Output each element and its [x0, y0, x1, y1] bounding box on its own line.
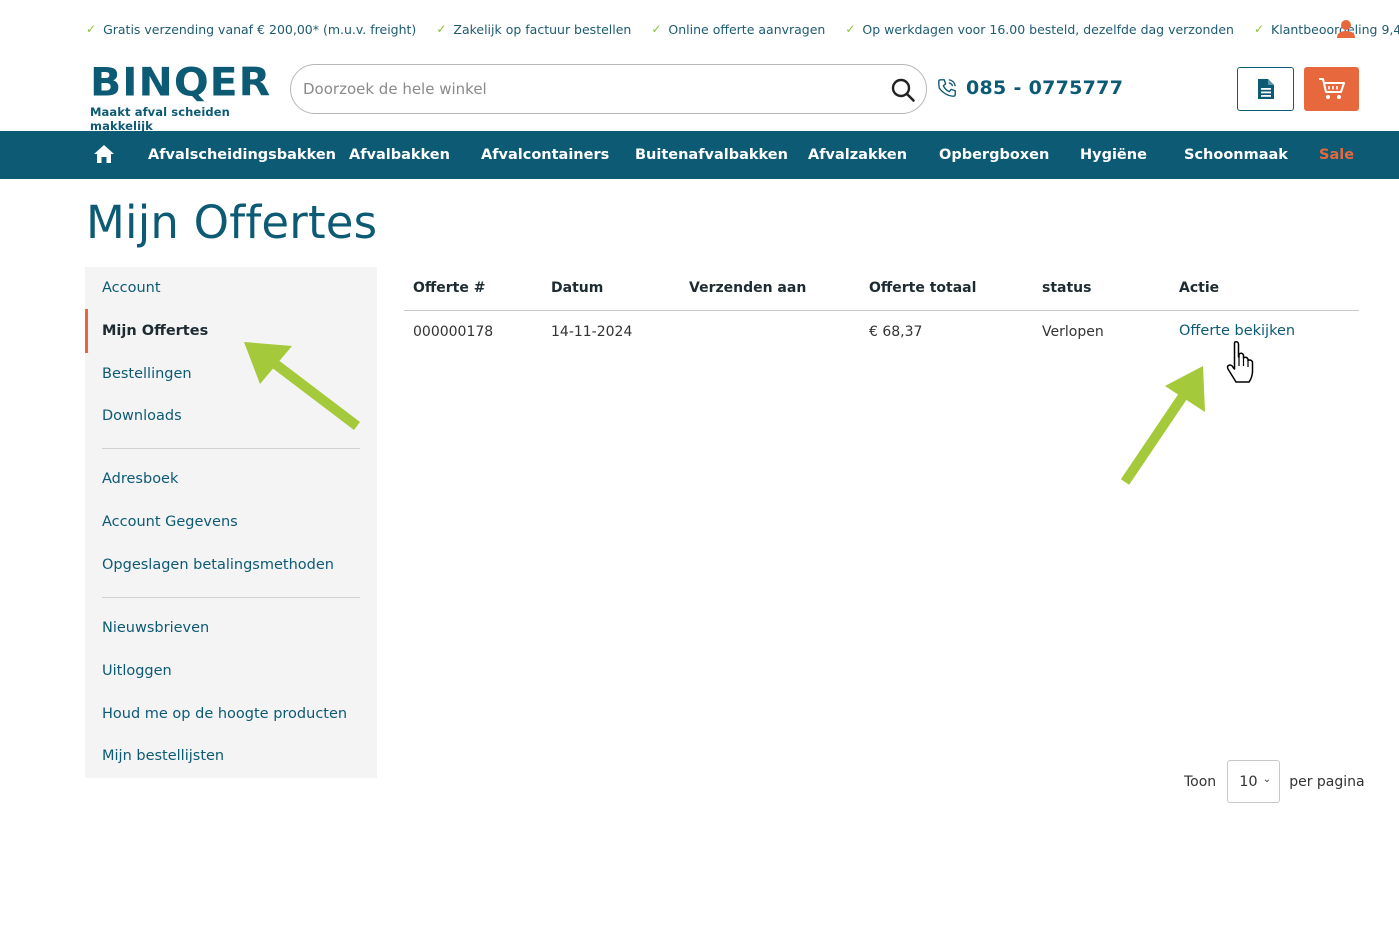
column-header-total: Offerte totaal [869, 280, 977, 296]
home-icon[interactable] [93, 144, 115, 164]
check-icon: ✓ [845, 22, 856, 36]
nav-item-buitenafvalbakken[interactable]: Buitenafvalbakken [635, 131, 788, 179]
cart-icon [1318, 78, 1345, 99]
column-header-number: Offerte # [413, 280, 486, 296]
cart-button[interactable] [1304, 67, 1359, 111]
sidebar-item-uitloggen[interactable]: Uitloggen [102, 663, 172, 679]
logo-wordmark: BINQER [90, 59, 272, 105]
usp-item: ✓ Klantbeoordeling 9,4 [1253, 21, 1399, 37]
check-icon: ✓ [86, 22, 97, 36]
nav-item-afvalbakken[interactable]: Afvalbakken [349, 131, 450, 179]
column-header-status: status [1042, 280, 1092, 296]
check-icon: ✓ [436, 22, 447, 36]
annotation-arrow-icon [244, 342, 361, 430]
phone-number: 085 - 0775777 [966, 77, 1124, 99]
sidebar-divider [102, 597, 360, 598]
quote-status: Verlopen [1042, 324, 1104, 340]
column-header-date: Datum [551, 280, 604, 296]
per-page-value: 10 [1239, 773, 1258, 790]
active-indicator [85, 309, 88, 353]
quote-button[interactable] [1237, 67, 1294, 111]
table-header-divider [404, 310, 1359, 311]
nav-item-afvalcontainers[interactable]: Afvalcontainers [481, 131, 609, 179]
nav-item-sale[interactable]: Sale [1319, 131, 1354, 179]
hand-cursor-icon [1226, 341, 1254, 383]
sidebar-divider [102, 448, 360, 449]
usp-item: ✓ Op werkdagen voor 16.00 besteld, dezelf… [845, 21, 1234, 37]
user-account-icon[interactable] [1335, 18, 1357, 40]
phone-contact[interactable]: 085 - 0775777 [936, 77, 1123, 99]
sidebar-item-adresboek[interactable]: Adresboek [102, 471, 178, 487]
sidebar-item-bestellijsten[interactable]: Mijn bestellijsten [102, 748, 224, 764]
chevron-down-icon: ⌄ [1262, 774, 1272, 785]
logo-tagline: Maakt afval scheiden makkelijk [90, 105, 230, 133]
usp-item: ✓ Gratis verzending vanaf € 200,00* (m.u.… [86, 21, 417, 37]
sidebar-item-account-gegevens[interactable]: Account Gegevens [102, 514, 238, 530]
sidebar-item-nieuwsbrieven[interactable]: Nieuwsbrieven [102, 620, 209, 636]
nav-item-opbergboxen[interactable]: Opbergboxen [939, 131, 1049, 179]
usp-bar: ✓ Gratis verzending vanaf € 200,00* (m.u.… [86, 18, 1399, 40]
check-icon: ✓ [1253, 22, 1265, 36]
sidebar-item-bestellingen[interactable]: Bestellingen [102, 366, 192, 382]
sidebar-item-account[interactable]: Account [102, 280, 161, 296]
sidebar-item-betalingsmethoden[interactable]: Opgeslagen betalingsmethoden [102, 557, 334, 573]
main-nav: Afvalscheidingsbakken Afvalbakken Afvalc… [0, 131, 1399, 179]
search-bar [290, 64, 927, 114]
sidebar-item-productalerts[interactable]: Houd me op de hoogte producten [102, 706, 347, 722]
search-input[interactable] [303, 65, 873, 113]
per-page-label: per pagina [1289, 773, 1365, 790]
usp-item: ✓ Online offerte aanvragen [651, 21, 826, 37]
usp-item: ✓ Zakelijk op factuur bestellen [436, 21, 632, 37]
show-label: Toon [1184, 773, 1217, 790]
page-title: Mijn Offertes [86, 196, 378, 249]
quote-total: € 68,37 [869, 324, 923, 340]
sidebar-item-downloads[interactable]: Downloads [102, 408, 182, 424]
site-logo[interactable]: BINQER Maakt afval scheiden makkelijk [90, 59, 276, 133]
quote-date: 14-11-2024 [551, 324, 633, 340]
column-header-ship-to: Verzenden aan [689, 280, 807, 296]
search-icon[interactable] [890, 77, 916, 103]
nav-item-hygiene[interactable]: Hygiëne [1080, 131, 1147, 179]
pagination-limiter: Toon 10 ⌄ per pagina [1184, 760, 1365, 803]
quote-number: 000000178 [413, 324, 494, 340]
document-icon [1257, 79, 1274, 99]
phone-icon [938, 79, 956, 97]
column-header-action: Actie [1179, 280, 1220, 296]
nav-item-afvalzakken[interactable]: Afvalzakken [808, 131, 907, 179]
annotation-arrow-icon [1120, 366, 1205, 485]
check-icon: ✓ [651, 22, 662, 36]
nav-item-afvalscheidingsbakken[interactable]: Afvalscheidingsbakken [148, 131, 336, 179]
view-quote-link[interactable]: Offerte bekijken [1179, 323, 1295, 339]
per-page-select[interactable]: 10 ⌄ [1227, 760, 1281, 803]
sidebar-item-mijn-offertes[interactable]: Mijn Offertes [102, 323, 208, 339]
nav-item-schoonmaak[interactable]: Schoonmaak [1184, 131, 1288, 179]
